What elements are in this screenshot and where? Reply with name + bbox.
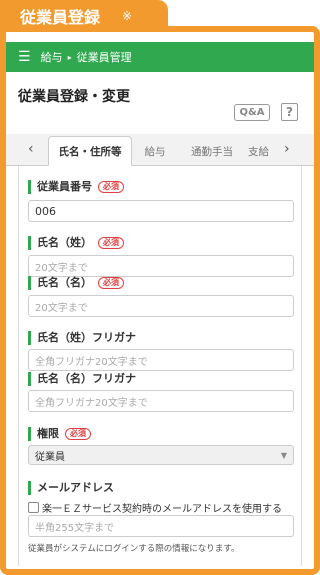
tab-commute-allowance[interactable]: 通勤手当 [178, 136, 246, 166]
required-badge: 必須 [98, 277, 124, 289]
breadcrumb-item-employee-management[interactable]: 従業員管理 [77, 49, 132, 65]
tab-bar: ‹ 氏名・住所等 給与 通勤手当 支給 › [6, 134, 314, 166]
header-title: 従業員登録 [20, 7, 101, 27]
email-note: 従業員がシステムにログインする際の情報になります。 [28, 544, 240, 554]
tab-salary[interactable]: 給与 [134, 136, 176, 166]
tab-name-address[interactable]: 氏名・住所等 [48, 136, 132, 166]
tab-payment[interactable]: 支給 [248, 136, 276, 166]
hamburger-icon[interactable]: ☰ [18, 49, 31, 65]
first-name-input[interactable]: 20文字まで [28, 295, 294, 317]
email-input[interactable]: 半角255文字まで [28, 515, 294, 537]
first-name-kana-input[interactable]: 全角フリガナ20文字まで [28, 390, 294, 412]
required-badge: 必須 [98, 181, 124, 193]
top-nav-bar: ☰ 給与 ▸ 従業員管理 [6, 42, 314, 72]
first-name-label: 氏名（名） 必須 [28, 276, 124, 290]
breadcrumb-separator: ▸ [67, 52, 72, 62]
tab-next-arrow-icon[interactable]: › [284, 141, 290, 157]
last-name-input[interactable]: 20文字まで [28, 255, 294, 277]
tab-prev-arrow-icon[interactable]: ‹ [28, 141, 34, 157]
role-select[interactable]: 従業員 ▼ [28, 445, 294, 465]
last-name-label: 氏名（姓） 必須 [28, 236, 124, 250]
qa-button[interactable]: Q&A [234, 104, 270, 121]
first-name-kana-label: 氏名（名）フリガナ [28, 372, 136, 386]
employee-number-label: 従業員番号 必須 [28, 180, 124, 194]
use-contract-email-label: 楽一ＥＺサービス契約時のメールアドレスを使用する [42, 504, 282, 515]
breadcrumb-item-salary[interactable]: 給与 [41, 49, 63, 65]
page-title: 従業員登録・変更 [18, 89, 130, 105]
last-name-kana-label: 氏名（姓）フリガナ [28, 331, 136, 345]
required-badge: 必須 [98, 237, 124, 249]
header-note-mark: ※ [122, 8, 133, 23]
help-button[interactable]: ? [281, 103, 298, 121]
last-name-kana-input[interactable]: 全角フリガナ20文字まで [28, 349, 294, 371]
role-label: 権限 必須 [28, 427, 91, 441]
employee-number-input[interactable]: 006 [28, 200, 294, 222]
email-label: メールアドレス [28, 481, 114, 495]
use-contract-email-checkbox-row[interactable]: 楽一ＥＺサービス契約時のメールアドレスを使用する [28, 500, 282, 515]
chevron-down-icon: ▼ [280, 451, 287, 460]
use-contract-email-checkbox[interactable] [28, 502, 39, 513]
required-badge: 必須 [65, 428, 91, 440]
